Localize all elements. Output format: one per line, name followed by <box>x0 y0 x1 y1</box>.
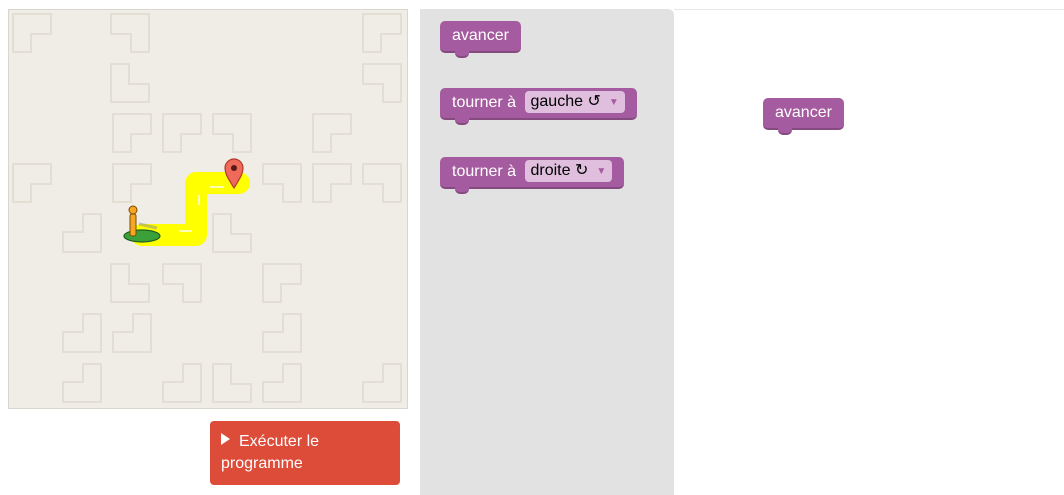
toolbox-block-turn-left[interactable]: tourner à gauche ↺ ▼ <box>440 88 637 125</box>
maze-display <box>8 9 408 409</box>
toolbox-block-move-forward[interactable]: avancer <box>440 21 521 58</box>
play-icon <box>221 433 230 445</box>
workspace-border <box>674 9 1064 10</box>
workspace-block-move-forward[interactable]: avancer <box>763 98 844 135</box>
block-label: avancer <box>775 104 832 121</box>
dropdown-arrow-icon: ▼ <box>608 96 619 108</box>
toolbox-flyout <box>420 9 674 495</box>
dropdown-value: gauche ↺ <box>530 92 601 110</box>
block-label: tourner à <box>452 163 517 180</box>
run-program-button[interactable]: Exécuter le programme <box>210 421 400 485</box>
maze-canvas <box>9 10 407 408</box>
dropdown-arrow-icon: ▼ <box>596 165 607 177</box>
dropdown-value: droite ↻ <box>530 161 589 179</box>
block-label: avancer <box>452 27 509 44</box>
direction-dropdown[interactable]: gauche ↺ ▼ <box>524 90 625 113</box>
run-program-label: Exécuter le programme <box>221 433 320 472</box>
toolbox-block-turn-right[interactable]: tourner à droite ↻ ▼ <box>440 157 625 194</box>
block-label: tourner à <box>452 94 517 111</box>
direction-dropdown[interactable]: droite ↻ ▼ <box>524 159 613 182</box>
